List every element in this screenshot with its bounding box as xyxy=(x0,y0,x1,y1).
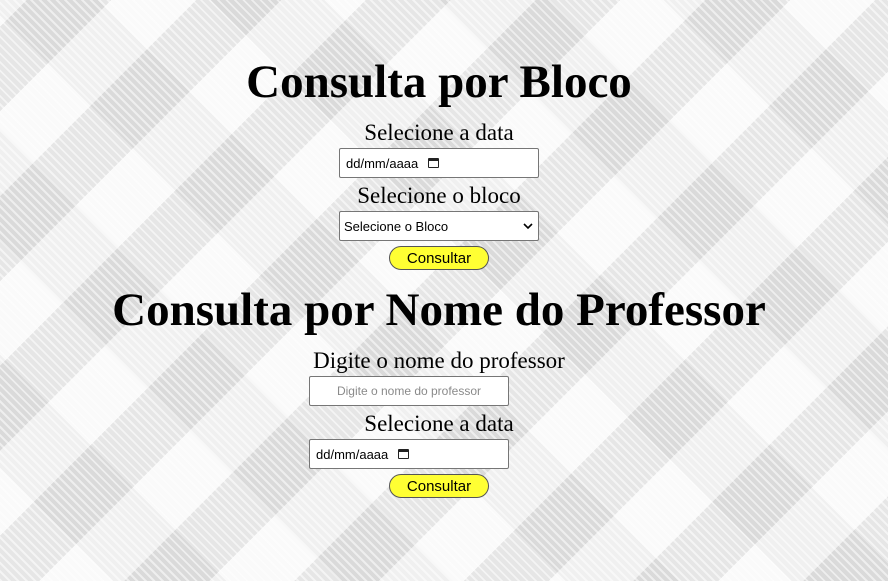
page: Consulta por Bloco Selecione a data dd/m… xyxy=(0,0,888,581)
bloco-date-input[interactable]: dd/mm/aaaa xyxy=(339,148,539,178)
professor-name-label: Digite o nome do professor xyxy=(313,348,565,373)
bloco-date-label: Selecione a data xyxy=(364,120,514,145)
bloco-date-value: dd/mm/aaaa xyxy=(346,155,419,171)
professor-section-title: Consulta por Nome do Professor xyxy=(112,284,766,336)
professor-date-value: dd/mm/aaaa xyxy=(316,446,389,462)
bloco-select-value: Selecione o Bloco xyxy=(344,218,449,234)
professor-consultar-button[interactable]: Consultar xyxy=(389,474,489,498)
calendar-icon[interactable] xyxy=(398,449,410,459)
professor-date-input[interactable]: dd/mm/aaaa xyxy=(309,439,509,469)
professor-name-input[interactable]: Digite o nome do professor xyxy=(309,376,509,406)
chevron-down-icon xyxy=(523,223,533,230)
bloco-consultar-button[interactable]: Consultar xyxy=(389,246,489,270)
professor-name-placeholder: Digite o nome do professor xyxy=(336,384,482,398)
calendar-icon[interactable] xyxy=(428,158,440,168)
bloco-select[interactable]: Selecione o Bloco xyxy=(339,211,539,241)
bloco-block-label: Selecione o bloco xyxy=(357,183,521,208)
professor-date-label: Selecione a data xyxy=(364,411,514,436)
bloco-section-title: Consulta por Bloco xyxy=(246,56,632,108)
